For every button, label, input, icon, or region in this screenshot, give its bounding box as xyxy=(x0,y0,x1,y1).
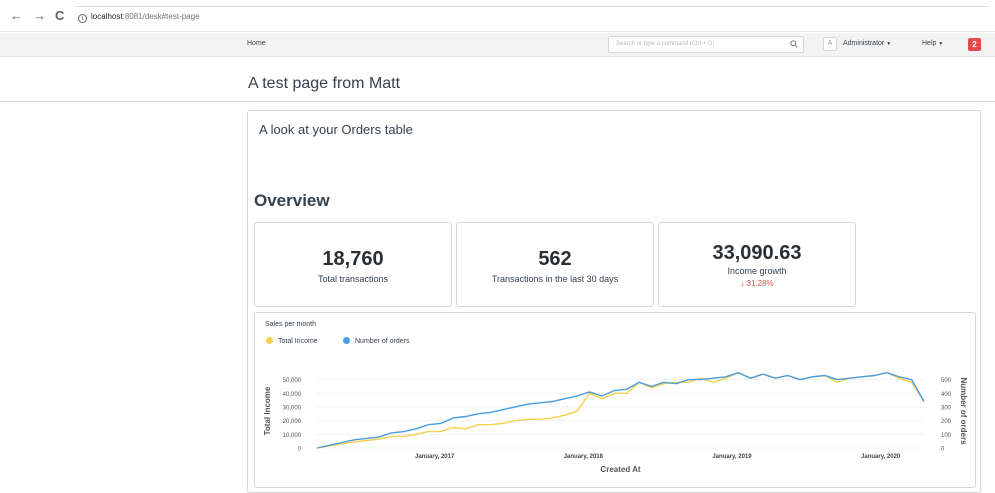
app-navbar: Home Search or type a command (Ctrl + G)… xyxy=(0,33,995,57)
search-input[interactable]: Search or type a command (Ctrl + G) xyxy=(608,36,804,53)
legend-item-orders[interactable]: Number of orders xyxy=(343,337,409,345)
stat-label: Total transactions xyxy=(317,274,389,284)
legend-label: Total Income xyxy=(278,338,318,345)
caret-down-icon: ▼ xyxy=(886,41,892,47)
stat-card-total-transactions: 18,760 Total transactions xyxy=(254,222,452,307)
stat-value: 562 xyxy=(538,248,572,270)
y-tick-label: 10,000 xyxy=(283,433,302,439)
y2-tick-label: 300 xyxy=(941,405,952,411)
y-axis-title: Total Income xyxy=(263,386,272,435)
caret-down-icon: ▼ xyxy=(938,41,944,47)
page-title: A test page from Matt xyxy=(248,75,401,92)
stat-label: Transactions in the last 30 days xyxy=(491,274,619,284)
y-tick-label: 20,000 xyxy=(283,419,302,425)
legend-label: Number of orders xyxy=(355,338,410,345)
y2-tick-label: 500 xyxy=(941,378,952,384)
y-tick-label: 50,000 xyxy=(283,378,302,384)
x-tick-label: January, 2018 xyxy=(564,454,604,460)
x-tick-label: January, 2017 xyxy=(415,454,455,460)
y-tick-label: 40,000 xyxy=(283,392,302,398)
stat-card-income-growth: 33,090.63 Income growth ↓ 31.28% xyxy=(658,222,856,307)
y-tick-label: 30,000 xyxy=(283,405,302,411)
url-path: :8081/desk#test-page xyxy=(122,12,200,21)
series-line-number-of-orders xyxy=(316,371,925,449)
section-title: Overview xyxy=(254,191,330,210)
back-arrow-icon[interactable]: ← xyxy=(10,9,23,23)
x-axis-title: Created At xyxy=(600,465,640,474)
browser-toolbar: ← → C i localhost:8081/desk#test-page xyxy=(0,0,995,32)
nav-home-link[interactable]: Home xyxy=(247,40,266,47)
user-name-label: Administrator xyxy=(843,40,885,47)
y2-axis-title: Number of orders xyxy=(959,377,968,445)
page-divider xyxy=(0,101,995,102)
legend-dot-orders xyxy=(343,337,350,344)
avatar[interactable]: A xyxy=(823,37,837,51)
sales-chart: 0 10,000 20,000 30,000 40,000 50,000 0 100 200 30… xyxy=(263,371,968,474)
card-heading: A look at your Orders table xyxy=(259,122,413,137)
series-line-total-income xyxy=(316,371,925,449)
help-menu[interactable]: Help ▼ xyxy=(922,40,943,47)
forward-arrow-icon[interactable]: → xyxy=(33,9,46,23)
stat-label: Income growth xyxy=(727,266,787,276)
stat-value: 18,760 xyxy=(322,248,384,270)
x-tick-label: January, 2019 xyxy=(712,454,752,460)
user-menu[interactable]: Administrator ▼ xyxy=(843,40,891,47)
info-icon[interactable]: i xyxy=(78,14,87,23)
stat-delta: ↓ 31.28% xyxy=(740,279,774,288)
y2-tick-label: 200 xyxy=(941,419,952,425)
help-label: Help xyxy=(922,40,937,47)
reload-icon[interactable]: C xyxy=(55,9,64,23)
y2-tick-label: 0 xyxy=(941,447,945,453)
search-placeholder: Search or type a command (Ctrl + G) xyxy=(616,41,715,47)
url-host: localhost xyxy=(91,12,123,21)
stat-card-last-30-days: 562 Transactions in the last 30 days xyxy=(456,222,654,307)
legend-dot-income xyxy=(266,337,273,344)
y2-tick-label: 100 xyxy=(941,433,952,439)
notification-badge[interactable]: 2 xyxy=(968,38,981,51)
stat-value: 33,090.63 xyxy=(712,242,802,264)
search-icon[interactable] xyxy=(790,40,798,48)
y-tick-label: 0 xyxy=(298,447,302,453)
legend-item-income[interactable]: Total Income xyxy=(266,337,318,345)
x-tick-label: January, 2020 xyxy=(861,454,901,460)
y2-tick-label: 400 xyxy=(941,392,952,398)
chart-title: Sales per month xyxy=(265,321,316,328)
address-bar[interactable]: i localhost:8081/desk#test-page xyxy=(76,6,988,26)
